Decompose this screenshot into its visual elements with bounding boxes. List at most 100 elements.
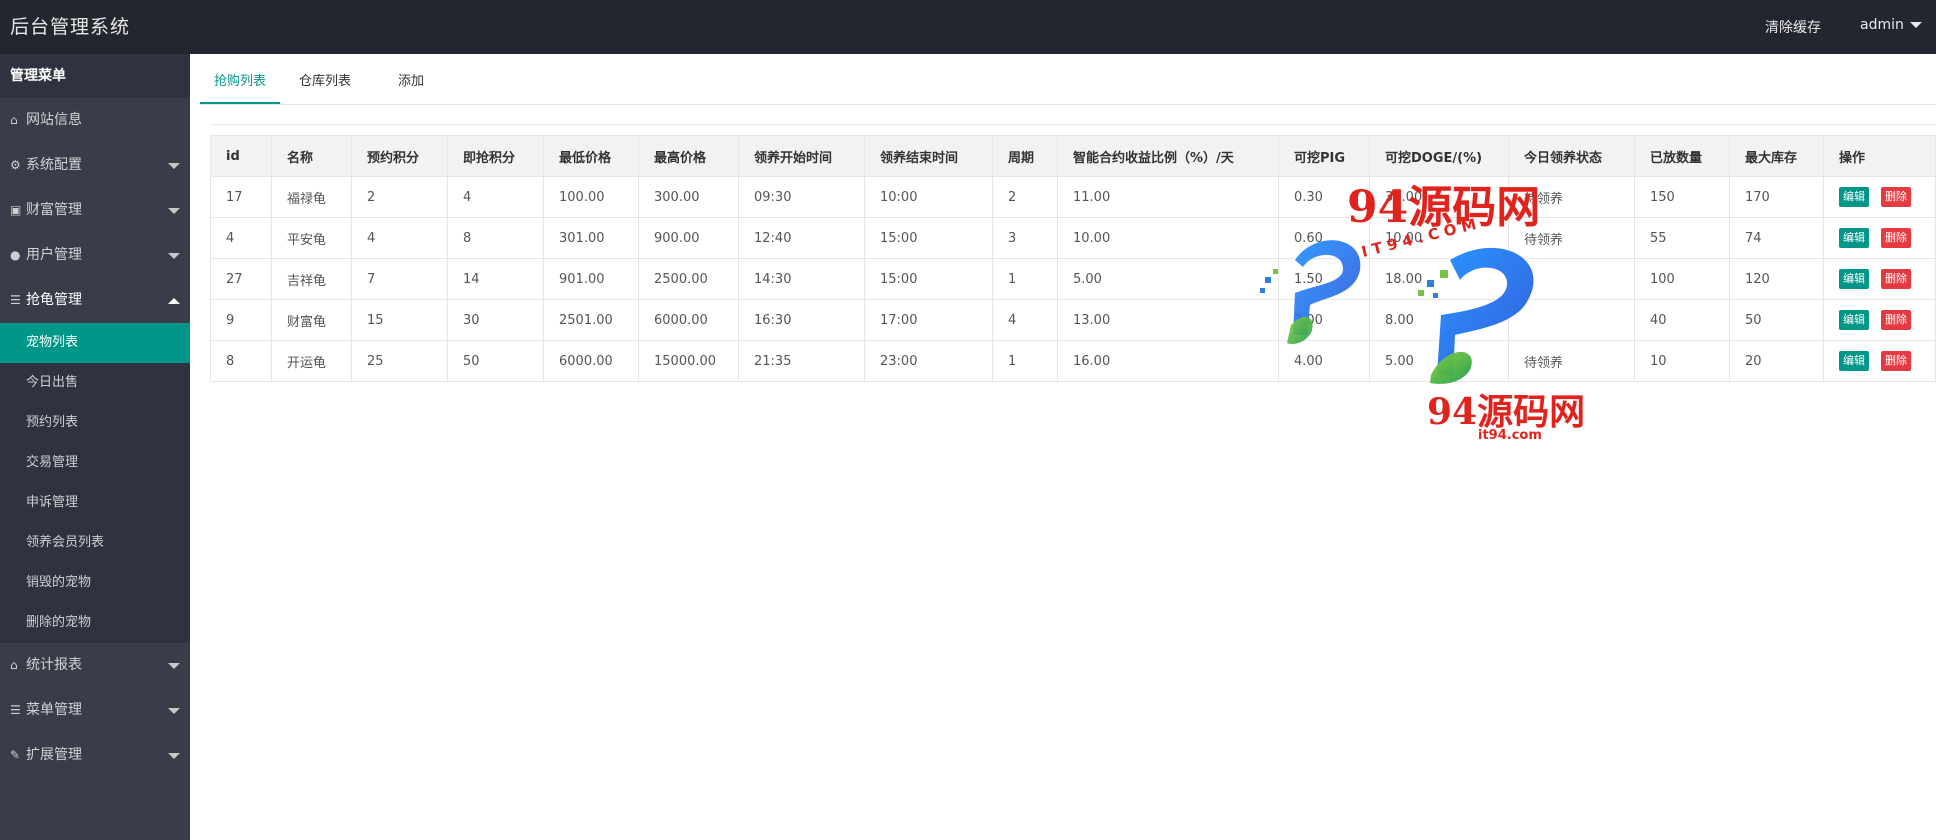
edit-button[interactable]: 编辑 (1839, 187, 1869, 207)
cell: 100.00 (543, 176, 639, 218)
cell: 14:30 (738, 258, 865, 300)
col-header-doge: 可挖DOGE/(%) (1369, 135, 1509, 177)
wrench-icon: ✎ (10, 748, 21, 762)
sidebar-item-label: 扩展管理 (26, 747, 82, 763)
tab-add[interactable]: 添加 (384, 62, 438, 102)
sidebar-item-wealth[interactable]: ▣ 财富管理 (0, 188, 190, 233)
actions-cell: 编辑 删除 (1823, 258, 1936, 300)
sidebar-item-label: 用户管理 (26, 247, 82, 263)
sidebar-item-users[interactable]: ● 用户管理 (0, 233, 190, 278)
cell: 开运龟 (271, 340, 352, 382)
edit-button[interactable]: 编辑 (1839, 269, 1869, 289)
sidebar-subitem-today-sale[interactable]: 今日出售 (0, 363, 190, 403)
sidebar-subitem-deleted-pets[interactable]: 删除的宠物 (0, 603, 190, 643)
edit-button[interactable]: 编辑 (1839, 228, 1869, 248)
home-icon: ⌂ (10, 113, 18, 127)
col-header-cycle: 周期 (992, 135, 1058, 177)
cell: 8 (447, 217, 544, 259)
cell: 8.00 (1369, 299, 1509, 341)
delete-button[interactable]: 删除 (1881, 269, 1911, 289)
divider (210, 124, 1936, 125)
cell: 6000.00 (638, 299, 739, 341)
sidebar-item-reports[interactable]: ⌂ 统计报表 (0, 643, 190, 688)
delete-button[interactable]: 删除 (1881, 351, 1911, 371)
users-icon: ● (10, 248, 21, 262)
chevron-down-icon (168, 708, 180, 714)
table-row: 8 开运龟 25 50 6000.00 15000.00 21:35 23:00… (210, 340, 1936, 382)
sidebar-subitem-trades[interactable]: 交易管理 (0, 443, 190, 483)
money-icon: ▣ (10, 203, 22, 217)
cell: 2 (992, 176, 1058, 218)
sidebar-subitem-reservations[interactable]: 预约列表 (0, 403, 190, 443)
table-row: 4 平安龟 4 8 301.00 900.00 12:40 15:00 3 10… (210, 217, 1936, 259)
cell: 301.00 (543, 217, 639, 259)
cell: 1.50 (1278, 258, 1370, 300)
cell: 待领养 (1508, 217, 1635, 259)
cell: 30 (447, 299, 544, 341)
col-header-actions: 操作 (1823, 135, 1936, 177)
cell: 300.00 (638, 176, 739, 218)
cell: 10.00 (1369, 217, 1509, 259)
col-header-reserve-points: 预约积分 (351, 135, 448, 177)
sidebar-subitem-pet-list[interactable]: 宠物列表 (0, 323, 190, 363)
cell: 20 (1729, 340, 1824, 382)
caret-down-icon (1909, 22, 1922, 28)
cell: 待领养 (1508, 176, 1635, 218)
sidebar-subitem-adopters[interactable]: 领养会员列表 (0, 523, 190, 563)
cell: 4.00 (1278, 340, 1370, 382)
sidebar-item-site-info[interactable]: ⌂ 网站信息 (0, 98, 190, 143)
sidebar-item-label: 财富管理 (26, 202, 82, 218)
sidebar-item-extensions[interactable]: ✎ 扩展管理 (0, 733, 190, 778)
cell: 4 (992, 299, 1058, 341)
chevron-down-icon (168, 753, 180, 759)
cell: 50 (447, 340, 544, 382)
cell: 17 (210, 176, 272, 218)
tab-purchase-list[interactable]: 抢购列表 (200, 62, 281, 104)
cell: 15:00 (864, 217, 993, 259)
sidebar-item-label: 系统配置 (26, 157, 82, 173)
sidebar-item-menu-manage[interactable]: ☰ 菜单管理 (0, 688, 190, 733)
delete-button[interactable]: 删除 (1881, 187, 1911, 207)
delete-button[interactable]: 删除 (1881, 228, 1911, 248)
sidebar-item-system-config[interactable]: ⚙ 系统配置 (0, 143, 190, 188)
cell: 100 (1634, 258, 1730, 300)
user-menu[interactable]: admin (1860, 17, 1922, 33)
cell: 09:30 (738, 176, 865, 218)
clear-cache-link[interactable]: 清除缓存 (1765, 17, 1821, 37)
tab-warehouse-list[interactable]: 仓库列表 (285, 62, 365, 102)
col-header-id: id (210, 135, 272, 177)
watermark-text-bottom: 94源码网 (1427, 391, 1586, 433)
app-title: 后台管理系统 (10, 16, 131, 38)
edit-button[interactable]: 编辑 (1839, 310, 1869, 330)
chevron-down-icon (168, 163, 180, 169)
sidebar-item-turtle-manage[interactable]: ☰ 抢龟管理 (0, 278, 190, 323)
cell: 15:00 (864, 258, 993, 300)
cell: 14 (447, 258, 544, 300)
cell: 74 (1729, 217, 1824, 259)
cell: 16:30 (738, 299, 865, 341)
cell: 16.00 (1057, 340, 1279, 382)
col-header-instant-points: 即抢积分 (447, 135, 544, 177)
col-header-pig: 可挖PIG (1278, 135, 1370, 177)
cell: 17:00 (864, 299, 993, 341)
chevron-up-icon (168, 298, 180, 304)
edit-button[interactable]: 编辑 (1839, 351, 1869, 371)
actions-cell: 编辑 删除 (1823, 176, 1936, 218)
cell: 8 (210, 340, 272, 382)
col-header-released-qty: 已放数量 (1634, 135, 1730, 177)
table-row: 27 吉祥龟 7 14 901.00 2500.00 14:30 15:00 1… (210, 258, 1936, 300)
actions-cell: 编辑 删除 (1823, 340, 1936, 382)
chevron-down-icon (168, 253, 180, 259)
sidebar-item-label: 网站信息 (26, 112, 82, 128)
cell: 5.00 (1057, 258, 1279, 300)
cell: 18.00 (1369, 258, 1509, 300)
sidebar-subitem-destroyed-pets[interactable]: 销毁的宠物 (0, 563, 190, 603)
sidebar-subitem-appeals[interactable]: 申诉管理 (0, 483, 190, 523)
cell: 15000.00 (638, 340, 739, 382)
cell: 3.00 (1278, 299, 1370, 341)
cell: 120 (1729, 258, 1824, 300)
table-row: 9 财富龟 15 30 2501.00 6000.00 16:30 17:00 … (210, 299, 1936, 341)
col-header-min-price: 最低价格 (543, 135, 639, 177)
delete-button[interactable]: 删除 (1881, 310, 1911, 330)
list-icon: ☰ (10, 703, 21, 717)
